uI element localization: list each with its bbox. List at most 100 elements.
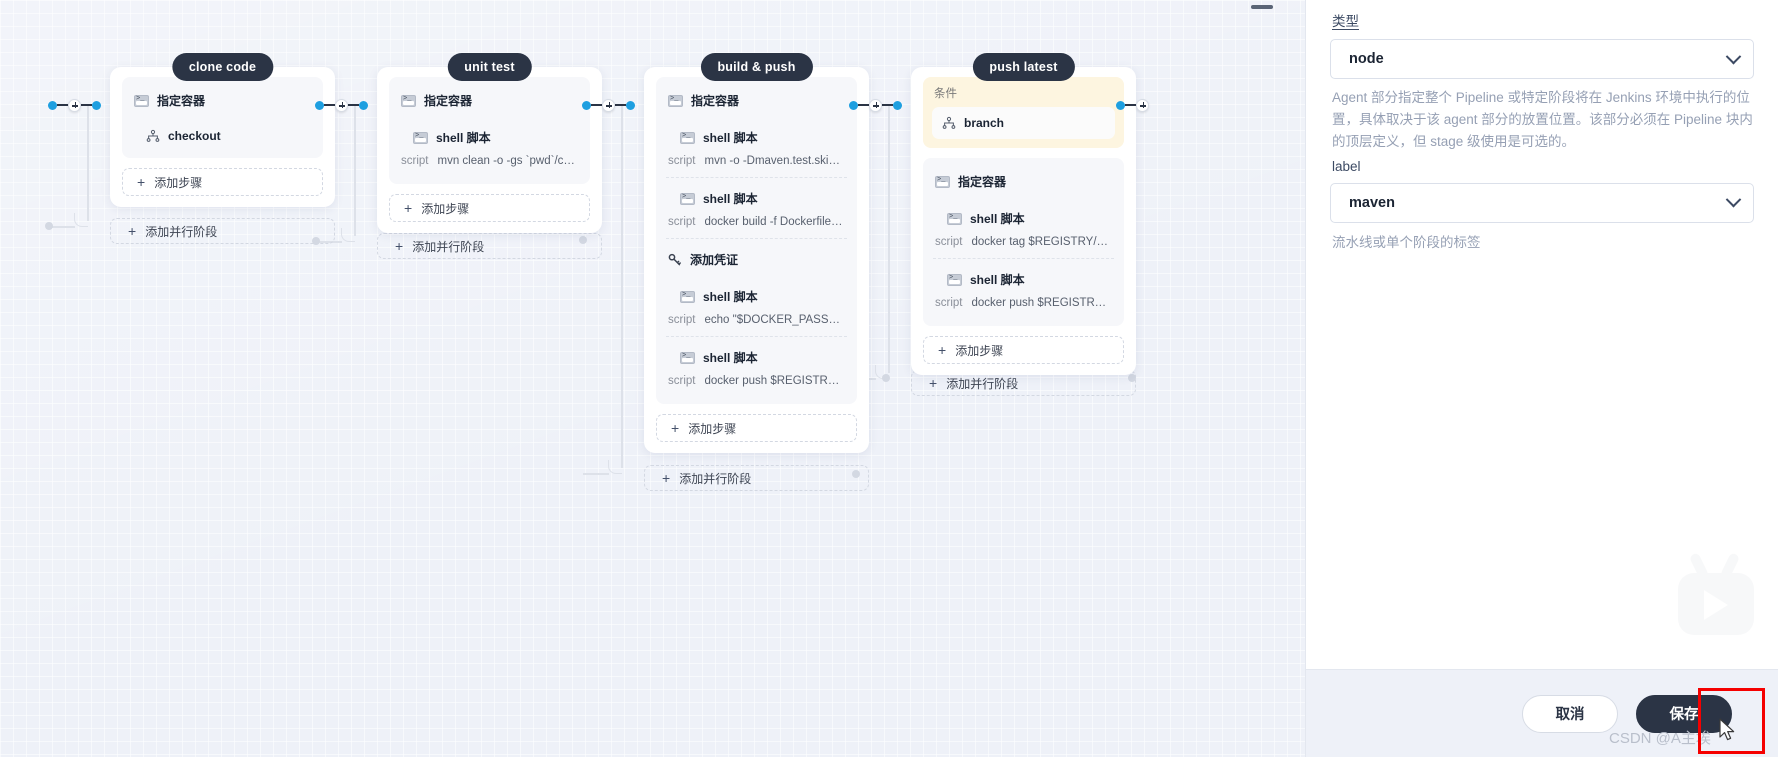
terminal-icon [668,94,683,107]
label-select[interactable]: maven [1330,182,1754,223]
stage-card[interactable]: 指定容器 checkout + 添加步骤 [110,67,335,207]
minimize-icon[interactable] [1251,5,1273,9]
connector-line [615,104,626,106]
connector-stage-3-4[interactable] [849,98,902,112]
add-stage-plus-icon[interactable] [1136,98,1149,112]
step-row[interactable]: 指定容器 [132,81,313,118]
step-row[interactable]: 指定容器 [666,81,847,118]
script-value: docker tag $REGISTRY/$D… [971,236,1112,248]
add-step-button[interactable]: + 添加步骤 [656,414,857,442]
script-row[interactable]: script docker push $REGISTR… [666,375,847,397]
agent-settings-panel[interactable]: 类型 node Agent 部分指定整个 Pipeline 或特定阶段将在 Je… [1305,0,1778,757]
type-select-value: node [1349,51,1384,67]
add-parallel-stage-button[interactable]: + 添加并行阶段 [377,233,602,259]
type-select[interactable]: node [1330,39,1754,79]
condition-item[interactable]: branch [932,107,1115,139]
step-row[interactable]: shell 脚本 [666,277,847,314]
terminal-icon [935,175,950,188]
step-row[interactable]: shell 脚本 [666,338,847,375]
step-label: 指定容器 [691,94,740,108]
add-stage-plus-icon[interactable] [602,98,615,112]
add-stage-plus-icon[interactable] [335,98,348,112]
plus-icon: + [662,470,671,486]
step-row[interactable]: shell 脚本 [399,118,580,155]
connector-line [1125,104,1136,106]
terminal-icon [413,131,428,144]
step-label: 指定容器 [958,175,1007,189]
connector-after-stage-4[interactable] [1116,98,1149,112]
stage-card[interactable]: 条件 branch 指定容器 shell 脚本 [911,67,1136,375]
step-label: shell 脚本 [970,273,1025,287]
plus-icon: + [395,238,404,254]
script-row[interactable]: script docker tag $REGISTRY/$D… [933,236,1114,259]
brand-watermark-logo [1670,551,1762,637]
terminal-icon [680,351,695,364]
step-row[interactable]: 指定容器 [399,81,580,118]
steps-container: 指定容器 shell 脚本 script docker tag $REGISTR… [923,158,1124,326]
add-parallel-label: 添加并行阶段 [946,376,1019,391]
add-step-button[interactable]: + 添加步骤 [923,336,1124,364]
script-row[interactable]: script docker push $REGISTRY/$… [933,297,1114,319]
script-row[interactable]: script mvn -o -Dmaven.test.skip=t… [666,155,847,178]
connector-dot [1116,100,1125,110]
step-row[interactable]: shell 脚本 [666,179,847,216]
condition-container[interactable]: 条件 branch [923,77,1124,148]
step-label: 添加凭证 [690,253,739,267]
add-parallel-label: 添加并行阶段 [145,224,218,239]
script-key: script [935,236,963,248]
script-row[interactable]: script docker build -f Dockerfile-o… [666,216,847,239]
connector-stage-1-2[interactable] [315,98,368,112]
plus-icon: + [671,420,680,436]
pipeline-canvas[interactable]: clone code 指定容器 checkout + 添加步骤 + [0,0,1305,757]
cancel-button[interactable]: 取消 [1522,694,1618,733]
add-step-button[interactable]: + 添加步骤 [122,168,323,196]
stage-card[interactable]: 指定容器 shell 脚本 script mvn clean -o -gs `p… [377,67,602,233]
type-help-text: Agent 部分指定整个 Pipeline 或特定阶段将在 Jenkins 环境… [1332,90,1753,149]
connector-line [858,104,869,106]
stage-title[interactable]: clone code [171,53,274,81]
terminal-icon [947,212,962,225]
connector-stage-2-3[interactable] [582,98,635,112]
stage-title[interactable]: build & push [700,53,813,81]
steps-container: 指定容器 checkout [122,77,323,158]
steps-container: 指定容器 shell 脚本 script mvn clean -o -gs `p… [389,77,590,184]
stage-title[interactable]: unit test [447,53,532,81]
add-parallel-stage-button[interactable]: + 添加并行阶段 [644,465,869,491]
script-row[interactable]: script mvn clean -o -gs `pwd`/con… [399,155,580,177]
add-parallel-label: 添加并行阶段 [679,471,752,486]
connector-line [324,104,335,106]
add-parallel-label: 添加并行阶段 [412,239,485,254]
label-select-value: maven [1349,194,1395,211]
plus-icon: + [404,200,413,216]
stage-title[interactable]: push latest [972,53,1075,81]
step-row[interactable]: shell 脚本 [933,199,1114,236]
connector-dot [582,100,591,110]
add-step-label: 添加步骤 [421,201,470,216]
stage-card[interactable]: 指定容器 shell 脚本 script mvn -o -Dmaven.test… [644,67,869,453]
connector-before-stage-1[interactable] [48,98,101,112]
step-row[interactable]: checkout [132,118,313,152]
script-value: docker push $REGISTR… [704,375,840,387]
connector-dot [626,100,635,110]
script-value: docker push $REGISTRY/$… [971,297,1112,309]
git-branch-icon [146,129,160,143]
script-value: docker build -f Dockerfile-o… [704,216,845,228]
script-key: script [668,375,696,387]
step-row[interactable]: shell 脚本 [933,260,1114,297]
add-stage-plus-icon[interactable] [869,98,882,112]
connector-dot [849,100,858,110]
script-key: script [401,155,429,167]
step-row[interactable]: shell 脚本 [666,118,847,155]
add-parallel-stage-button[interactable]: + 添加并行阶段 [110,218,335,244]
step-row[interactable]: branch [942,116,1105,130]
script-key: script [668,314,696,326]
chevron-down-icon [1725,48,1742,64]
script-row[interactable]: script echo "$DOCKER_PASS… [666,314,847,337]
add-stage-plus-icon[interactable] [68,98,81,112]
cursor-icon [1719,718,1739,749]
connector-line [348,104,359,106]
step-row[interactable]: 指定容器 [933,162,1114,199]
step-row[interactable]: 添加凭证 [666,240,847,277]
step-label: 指定容器 [157,94,206,108]
add-step-button[interactable]: + 添加步骤 [389,194,590,222]
